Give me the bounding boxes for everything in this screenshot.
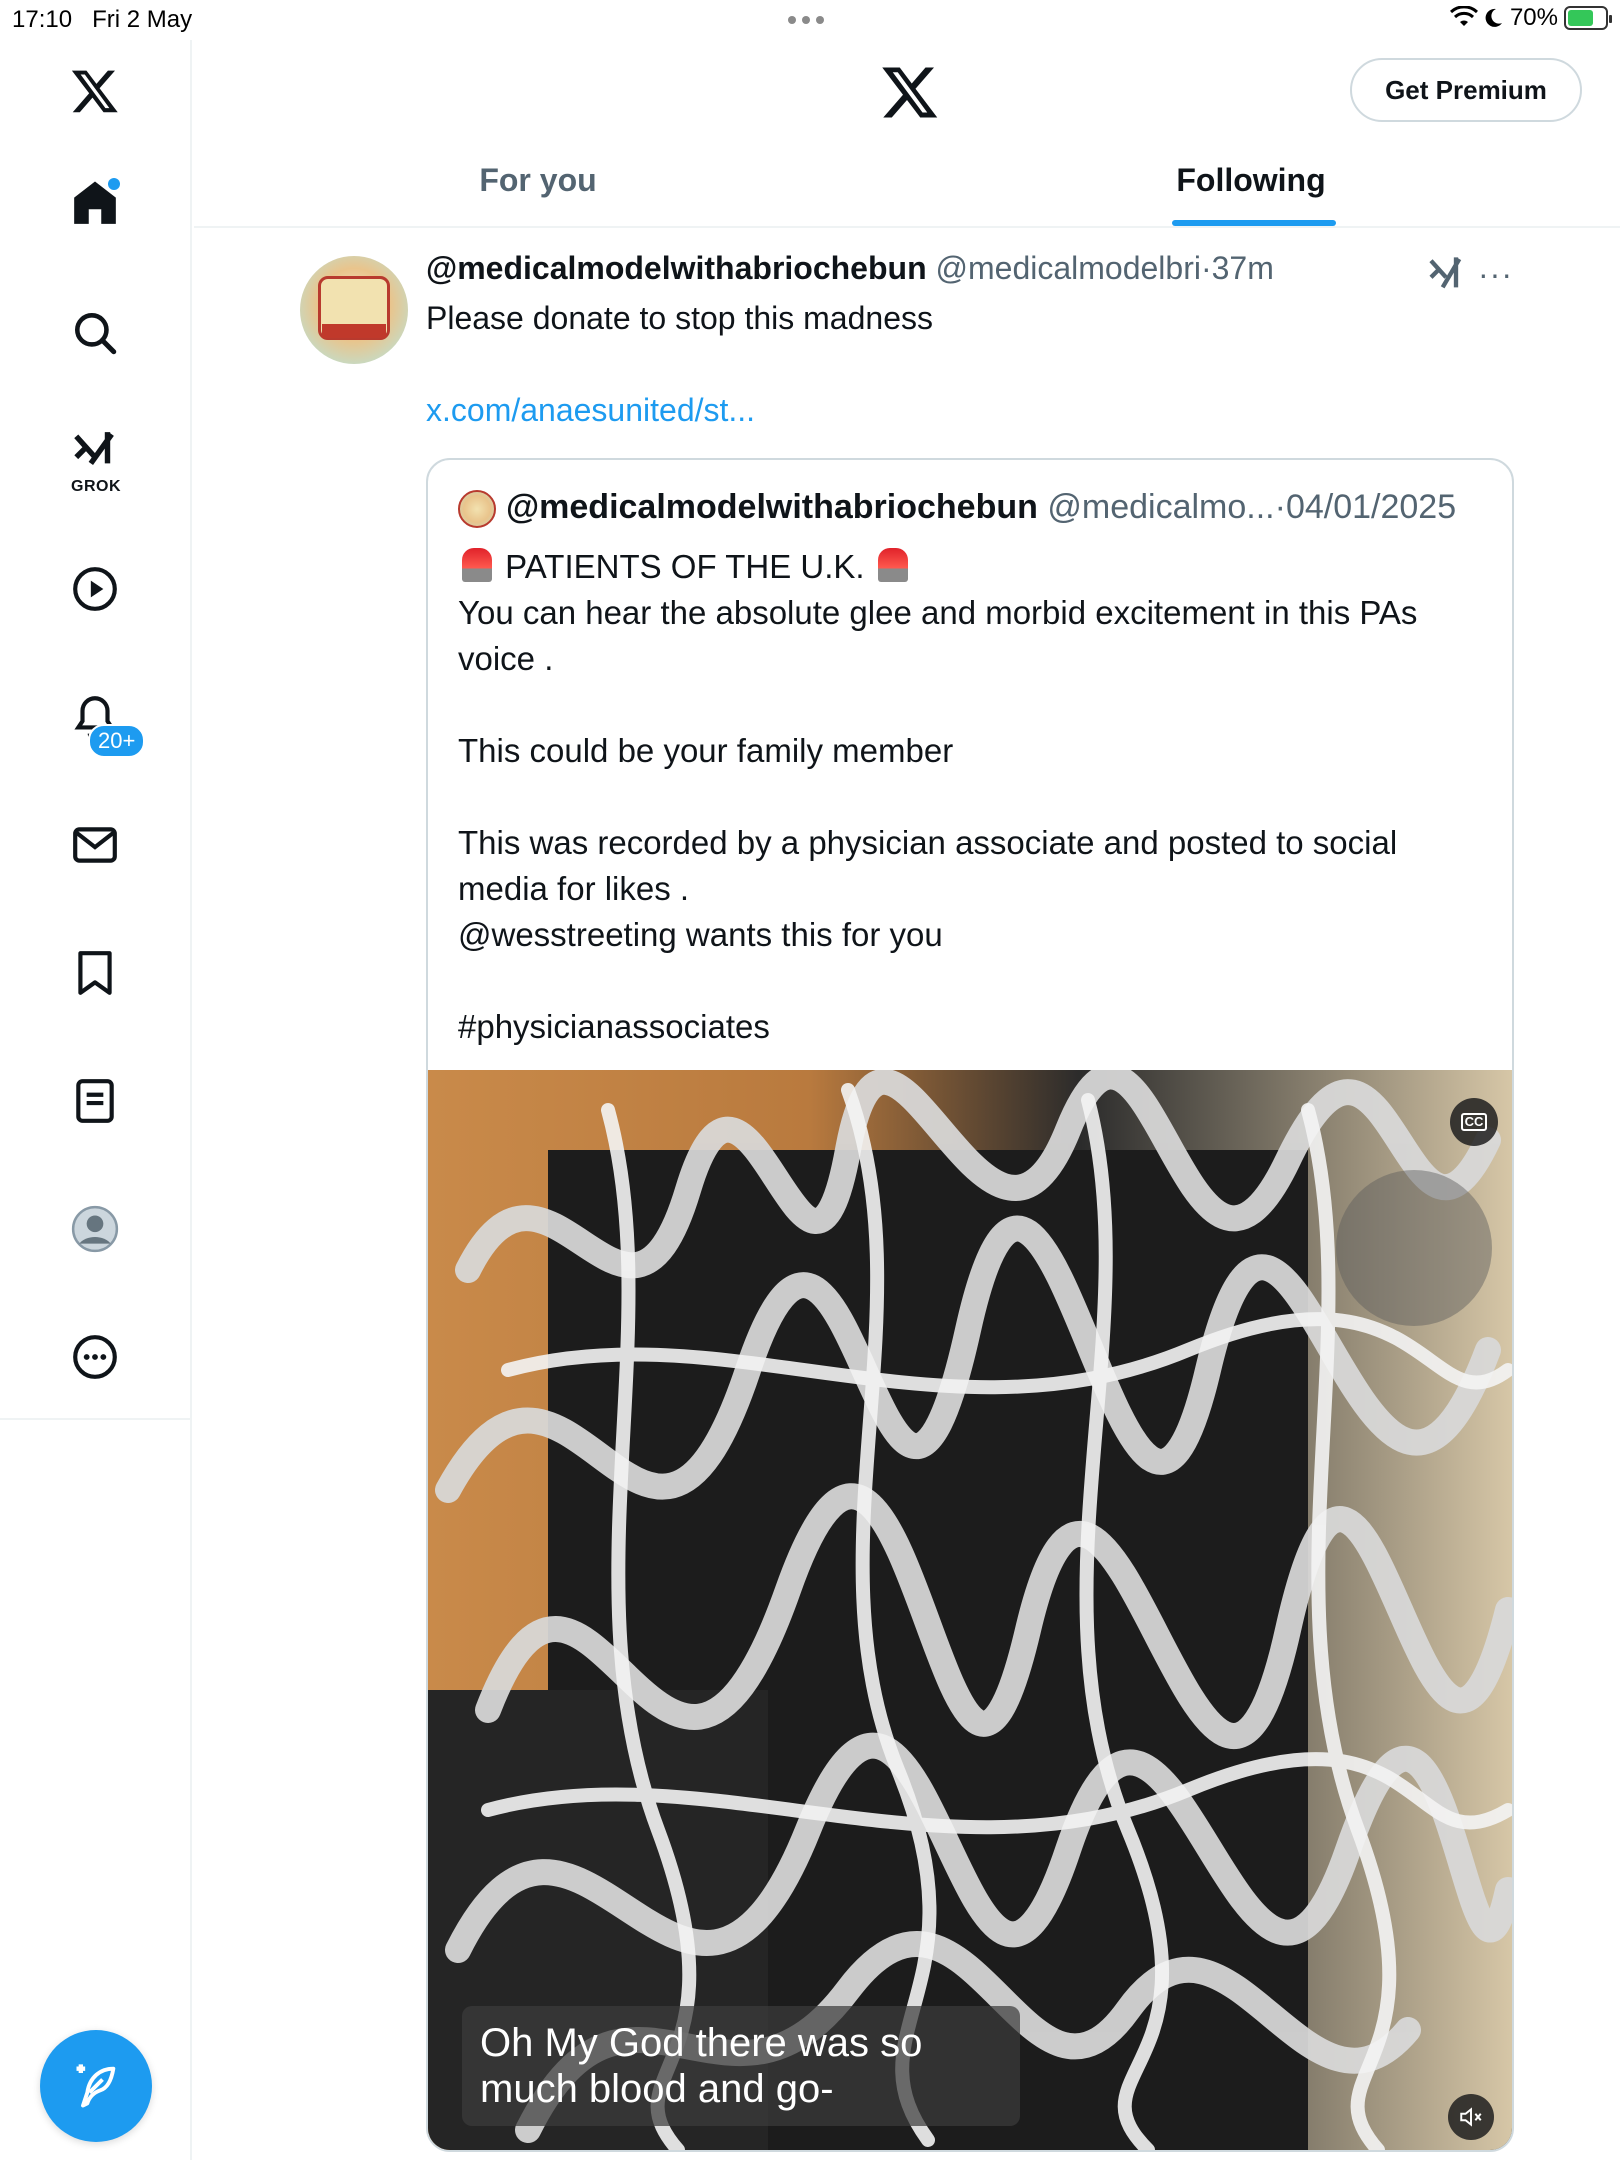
siren-icon: [877, 548, 908, 582]
moon-icon: [1485, 8, 1502, 27]
multitasking-dots-icon[interactable]: [788, 16, 824, 24]
clock: 17:10: [12, 6, 73, 33]
quoted-post-header: @medicalmodelwithabriochebun @medicalmo.…: [506, 488, 1456, 527]
wifi-icon: [1449, 6, 1478, 26]
status-bar: 17:10 Fri 2 May 70%: [0, 0, 1620, 40]
video-caption: Oh My God there was so much blood and go…: [462, 2006, 1020, 2126]
mail-icon: [73, 827, 117, 863]
list-icon: [76, 1079, 114, 1123]
post-handle[interactable]: @medicalmodelbri: [936, 250, 1201, 286]
post-header: @medicalmodelwithabriochebun @medicalmod…: [426, 250, 1274, 287]
meta-separator: ·: [1274, 488, 1286, 526]
quoted-text: PATIENTS OF THE U.K. You can hear the ab…: [458, 544, 1488, 1050]
video-player[interactable]: CC Oh My God there was so much blood and…: [428, 1070, 1512, 2150]
play-icon: [73, 567, 117, 611]
sidebar-item-home[interactable]: [66, 174, 124, 232]
grok-explain-icon[interactable]: [1426, 254, 1466, 294]
date: Fri 2 May: [92, 6, 193, 33]
compose-post-button[interactable]: [40, 2030, 152, 2142]
active-tab-indicator: [1172, 220, 1336, 226]
meta-separator: ·: [1200, 250, 1212, 286]
post-text: Please donate to stop this madness: [426, 300, 933, 336]
x-logo-icon[interactable]: [66, 62, 124, 120]
sidebar-item-bookmarks[interactable]: [66, 944, 124, 1002]
sidebar: GROK 20+: [0, 40, 192, 2160]
closed-captions-button[interactable]: CC: [1450, 1098, 1498, 1146]
quoted-body: You can hear the absolute glee and morbi…: [458, 594, 1418, 1045]
unread-dot: [108, 178, 120, 190]
quoted-headline: PATIENTS OF THE U.K.: [505, 548, 865, 585]
post-display-name[interactable]: @medicalmodelwithabriochebun: [426, 250, 927, 286]
sidebar-item-grok[interactable]: [66, 424, 124, 482]
battery-percent: 70%: [1509, 4, 1558, 31]
speaker-muted-icon: [1460, 2107, 1482, 2127]
notifications-badge: 20+: [88, 724, 146, 758]
video-overlay: [1336, 1170, 1492, 1326]
x-logo-icon[interactable]: [880, 62, 940, 122]
avatar-icon: [71, 1205, 119, 1253]
more-icon: [73, 1335, 117, 1379]
quoted-display-name: @medicalmodelwithabriochebun: [506, 488, 1038, 526]
grok-label: GROK: [71, 478, 121, 495]
bookmark-icon: [78, 951, 112, 995]
quoted-date: 04/01/2025: [1285, 488, 1457, 526]
quoted-post[interactable]: @medicalmodelwithabriochebun @medicalmo.…: [426, 458, 1514, 2152]
timeline-header: Get Premium For you Following: [194, 40, 1620, 228]
siren-icon: [462, 548, 492, 582]
sidebar-item-profile[interactable]: [66, 1200, 124, 1258]
sidebar-divider: [0, 1418, 192, 1420]
tab-for-you[interactable]: For you: [194, 140, 882, 228]
quoted-handle: @medicalmo...: [1047, 488, 1275, 526]
sidebar-item-more[interactable]: [66, 1328, 124, 1386]
status-indicators: 70%: [1449, 4, 1612, 32]
sidebar-item-lists[interactable]: [66, 1072, 124, 1130]
post-author-avatar[interactable]: [300, 256, 408, 364]
mute-button[interactable]: [1448, 2094, 1494, 2140]
get-premium-button[interactable]: Get Premium: [1350, 58, 1582, 122]
sidebar-item-explore[interactable]: [66, 304, 124, 362]
post-link[interactable]: x.com/anaesunited/st...: [426, 392, 755, 429]
sidebar-item-messages[interactable]: [66, 816, 124, 874]
sidebar-item-video[interactable]: [66, 560, 124, 618]
post-time[interactable]: 37m: [1212, 250, 1274, 286]
quoted-author-avatar[interactable]: [458, 490, 496, 528]
grok-icon: [74, 432, 114, 465]
status-time: 17:10 Fri 2 May: [12, 6, 192, 34]
feather-icon: [76, 2064, 116, 2108]
search-icon: [75, 313, 117, 355]
post-more-icon[interactable]: ···: [1478, 256, 1513, 293]
tab-following[interactable]: Following: [882, 140, 1620, 228]
battery-icon: [1564, 6, 1612, 30]
